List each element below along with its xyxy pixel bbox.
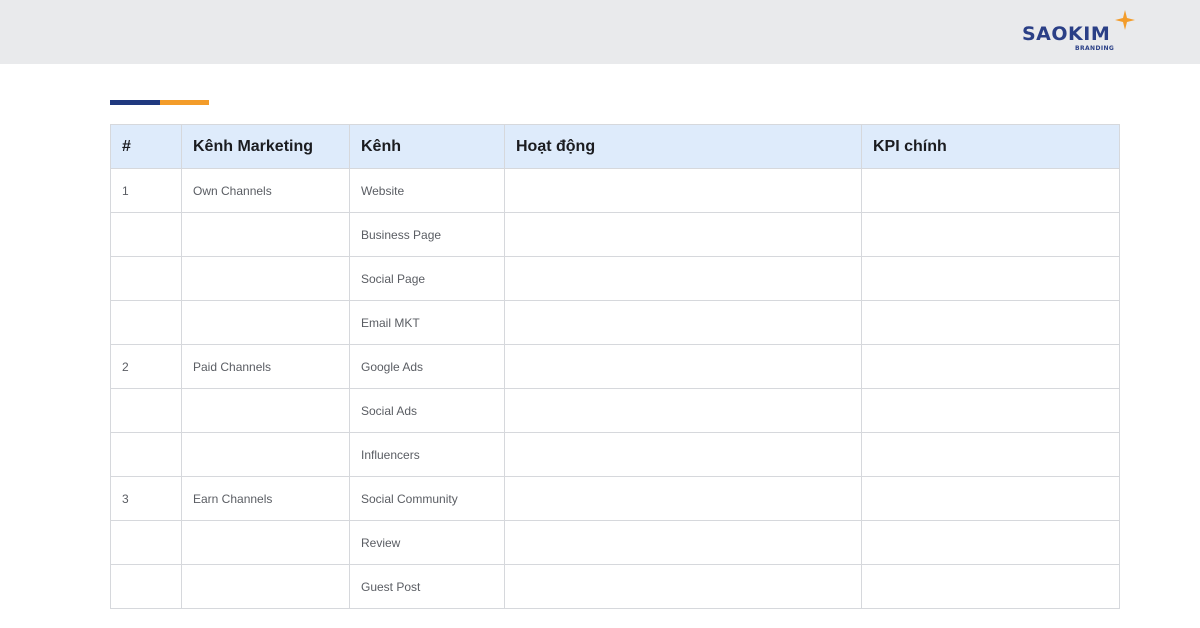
table-row: 3 Earn Channels Social Community bbox=[110, 476, 1120, 521]
cell-channel: Social Page bbox=[349, 256, 505, 301]
cell-channel: Social Community bbox=[349, 476, 505, 521]
table-row: Email MKT bbox=[110, 300, 1120, 345]
cell-index bbox=[110, 212, 182, 257]
header-kpi: KPI chính bbox=[861, 124, 1120, 169]
cell-marketing-channel bbox=[181, 520, 350, 565]
accent-bar-orange bbox=[160, 100, 209, 105]
table-row: Social Ads bbox=[110, 388, 1120, 433]
cell-activity bbox=[504, 520, 862, 565]
marketing-channels-table: # Kênh Marketing Kênh Hoạt động KPI chín… bbox=[110, 124, 1120, 609]
cell-activity bbox=[504, 300, 862, 345]
cell-kpi bbox=[861, 300, 1120, 345]
logo-wordmark: SAOKIM bbox=[1022, 23, 1111, 45]
header-channel: Kênh bbox=[349, 124, 505, 169]
cell-kpi bbox=[861, 212, 1120, 257]
cell-channel: Influencers bbox=[349, 432, 505, 477]
cell-kpi bbox=[861, 256, 1120, 301]
table-row: Guest Post bbox=[110, 564, 1120, 609]
cell-channel: Website bbox=[349, 168, 505, 213]
table-row: 1 Own Channels Website bbox=[110, 168, 1120, 213]
cell-index bbox=[110, 520, 182, 565]
cell-channel: Review bbox=[349, 520, 505, 565]
table-row: Influencers bbox=[110, 432, 1120, 477]
cell-channel: Business Page bbox=[349, 212, 505, 257]
cell-channel: Social Ads bbox=[349, 388, 505, 433]
cell-marketing-channel bbox=[181, 564, 350, 609]
header-activity: Hoạt động bbox=[504, 124, 862, 169]
cell-marketing-channel: Paid Channels bbox=[181, 344, 350, 389]
cell-kpi bbox=[861, 520, 1120, 565]
cell-index: 1 bbox=[110, 168, 182, 213]
cell-activity bbox=[504, 476, 862, 521]
cell-activity bbox=[504, 432, 862, 477]
logo-tagline: BRANDING bbox=[1075, 45, 1115, 52]
saokim-logo: SAOKIM BRANDING bbox=[1022, 10, 1142, 56]
cell-kpi bbox=[861, 168, 1120, 213]
cell-index bbox=[110, 256, 182, 301]
cell-kpi bbox=[861, 564, 1120, 609]
cell-activity bbox=[504, 212, 862, 257]
header-index: # bbox=[110, 124, 182, 169]
table-row: 2 Paid Channels Google Ads bbox=[110, 344, 1120, 389]
cell-index bbox=[110, 300, 182, 345]
top-banner: SAOKIM BRANDING bbox=[0, 0, 1200, 64]
cell-index bbox=[110, 564, 182, 609]
cell-channel: Email MKT bbox=[349, 300, 505, 345]
cell-activity bbox=[504, 564, 862, 609]
cell-marketing-channel bbox=[181, 212, 350, 257]
cell-activity bbox=[504, 388, 862, 433]
cell-marketing-channel: Own Channels bbox=[181, 168, 350, 213]
table-row: Business Page bbox=[110, 212, 1120, 257]
cell-marketing-channel bbox=[181, 300, 350, 345]
cell-channel: Guest Post bbox=[349, 564, 505, 609]
table-row: Social Page bbox=[110, 256, 1120, 301]
table-row: Review bbox=[110, 520, 1120, 565]
cell-marketing-channel: Earn Channels bbox=[181, 476, 350, 521]
cell-marketing-channel bbox=[181, 256, 350, 301]
cell-kpi bbox=[861, 476, 1120, 521]
cell-marketing-channel bbox=[181, 388, 350, 433]
sparkle-star-icon bbox=[1115, 10, 1135, 30]
cell-activity bbox=[504, 344, 862, 389]
cell-kpi bbox=[861, 388, 1120, 433]
cell-index bbox=[110, 388, 182, 433]
cell-index: 3 bbox=[110, 476, 182, 521]
cell-index: 2 bbox=[110, 344, 182, 389]
cell-marketing-channel bbox=[181, 432, 350, 477]
cell-activity bbox=[504, 168, 862, 213]
header-marketing-channel: Kênh Marketing bbox=[181, 124, 350, 169]
table-header-row: # Kênh Marketing Kênh Hoạt động KPI chín… bbox=[110, 124, 1120, 169]
accent-bar-blue bbox=[110, 100, 160, 105]
cell-kpi bbox=[861, 432, 1120, 477]
cell-activity bbox=[504, 256, 862, 301]
cell-channel: Google Ads bbox=[349, 344, 505, 389]
cell-kpi bbox=[861, 344, 1120, 389]
cell-index bbox=[110, 432, 182, 477]
